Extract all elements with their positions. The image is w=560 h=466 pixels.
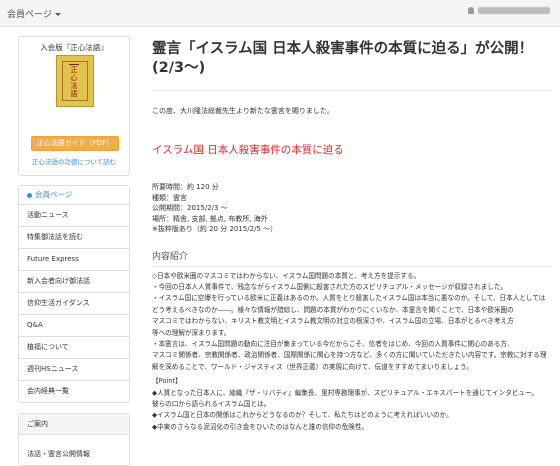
nav-item-sermon-release-info[interactable]: 法話・霊言公開情報 (19, 444, 129, 465)
book-cover-text: 正心法語 (70, 66, 78, 98)
main-content: 霊言「イスラム国 日本人殺害事件の本質に迫る」が公開！(2/3〜) この度、大川… (152, 40, 552, 433)
point-head: 【Point】 (152, 377, 182, 386)
nav-item-featured-sermons[interactable]: 特集御法話を読む (19, 227, 129, 249)
desc-line: どう考えるべきなのか――。様々な情報が錯綜し、問題の本質がわかりにくいなか、本霊… (152, 305, 514, 314)
page-title: 霊言「イスラム国 日本人殺害事件の本質に迫る」が公開！(2/3〜) (152, 41, 534, 76)
guide-link[interactable]: 正心法語の功徳について読む (19, 156, 129, 166)
points: 【Point】 ◆人質となった日本人に、綾織『ザ・リバティ』編集長、里村専務理事… (152, 376, 552, 433)
point-line: ◆中東のさらなる泥沼化の引き金をひいたのはなんと誰の信仰の危険性。 (152, 422, 369, 431)
section-title: 内容紹介 (152, 251, 189, 262)
point-line: ◆イスラム国と日本の関係はこれからどうなるのか？そして、私たちはどのように考えれ… (152, 411, 453, 420)
nav-item-new-member-sermons[interactable]: 新入会者向け御法話 (19, 271, 129, 293)
desc-line: ◇日本や欧米圏のマスコミではわからない、イスラム国問題の本質と、考え方を提示する… (152, 271, 421, 280)
meta-line: 場所：精舎, 支部, 拠点, 布教所, 海外 (152, 214, 268, 223)
book-cover-image[interactable]: 正心法語 (56, 55, 94, 107)
point-line: 彼らの口から語られるイスラム国とは。 (152, 399, 271, 408)
nav-item-donation[interactable]: 植福について (19, 337, 129, 359)
guide-pdf-button[interactable]: 正心法語ガイド（PDF） (31, 136, 119, 151)
meta-line: 所要時間：約 120 分 (152, 183, 219, 191)
desc-line: ・今回の日本人人質事件で、残念ながらイスラム国側に殺害された方のスピリチュアル・… (152, 282, 508, 291)
meta-line: ※抜粋版あり（約 20 分 2015/2/5 〜） (152, 225, 278, 233)
nav-item-scripture-list[interactable]: 会内経典一覧 (19, 381, 129, 402)
member-menu-dropdown[interactable]: 会員ページ (7, 7, 61, 20)
nav-item-weekly-news[interactable]: 週刊HSニュース (19, 359, 129, 381)
desc-line: ・イスラム国に空爆を行っている欧米に正義はあるのか。人質をとり殺害したイスラム国… (152, 294, 546, 303)
nav-item-future-express[interactable]: Future Express (19, 249, 129, 271)
nav-item-activity-news[interactable]: 活動ニュース (19, 205, 129, 227)
divider (152, 265, 552, 267)
meta-line: 種類：霊言 (152, 193, 187, 202)
red-heading: イスラム国 日本人殺害事件の本質に迫る (152, 144, 344, 156)
bullet-icon (27, 192, 32, 198)
user-email-redacted (478, 7, 550, 14)
meta-info: 所要時間：約 120 分 種類：霊言 公開期間：2015/2/3 〜 場所：精舎… (152, 182, 552, 235)
nav2-head: ご案内 (19, 414, 129, 435)
desc-line: マスコミではわからない、キリスト教文明とイスラム教文明の対立の根深さや、イスラム… (152, 317, 514, 326)
book-seal-mark (69, 59, 79, 65)
member-menu-label: 会員ページ (7, 10, 52, 20)
left-sidebar: 入会版『正心法語』 正心法語 正心法語ガイド（PDF） 正心法語の功徳について読… (18, 36, 130, 466)
desc-line: ・本霊言は、イスラム国問題の動向に注目が集まっている今だからこそ、信者をはじめ、… (152, 339, 514, 348)
book-panel-title: 入会版『正心法語』 (40, 43, 108, 52)
nav-head-member-page[interactable]: 会員ページ (19, 186, 129, 205)
top-navbar: 会員ページ (0, 0, 560, 27)
nav-item-qa[interactable]: Q&A (19, 315, 129, 337)
description: ◇日本や欧米圏のマスコミではわからない、イスラム国問題の本質と、考え方を提示する… (152, 271, 552, 374)
meta-line: 公開期間：2015/2/3 〜 (152, 204, 228, 212)
point-line: ◆人質となった日本人に、綾織『ザ・リバティ』編集長、里村専務理事が、スピリチュア… (152, 388, 539, 397)
user-icon (468, 7, 474, 14)
book-panel: 入会版『正心法語』 正心法語 正心法語ガイド（PDF） 正心法語の功徳について読… (18, 36, 130, 176)
desc-line: マスコミ関係者、宗教関係者、政治関係者、国際関係に関心を持つ方など、多くの方に聞… (152, 351, 547, 360)
caret-down-icon (54, 13, 61, 16)
desc-line: 等への理解が深まります。 (152, 328, 231, 337)
divider (152, 90, 552, 91)
desc-line: 解を深めることで、ワールド・ジャスティス（世界正義）の実現に向けて、伝道をすすめ… (152, 362, 473, 371)
user-account-menu[interactable] (468, 7, 550, 14)
member-nav-list: 会員ページ 活動ニュース 特集御法話を読む Future Express 新入会… (18, 185, 130, 403)
nav-item-faith-guidance[interactable]: 信仰生活ガイダンス (19, 293, 129, 315)
nav-head-label: 会員ページ (35, 190, 73, 199)
intro-text: この度、大川隆法総裁先生より新たな霊言を賜りました。 (152, 107, 334, 115)
info-nav-list: ご案内 法話・霊言公開情報 (18, 413, 130, 466)
